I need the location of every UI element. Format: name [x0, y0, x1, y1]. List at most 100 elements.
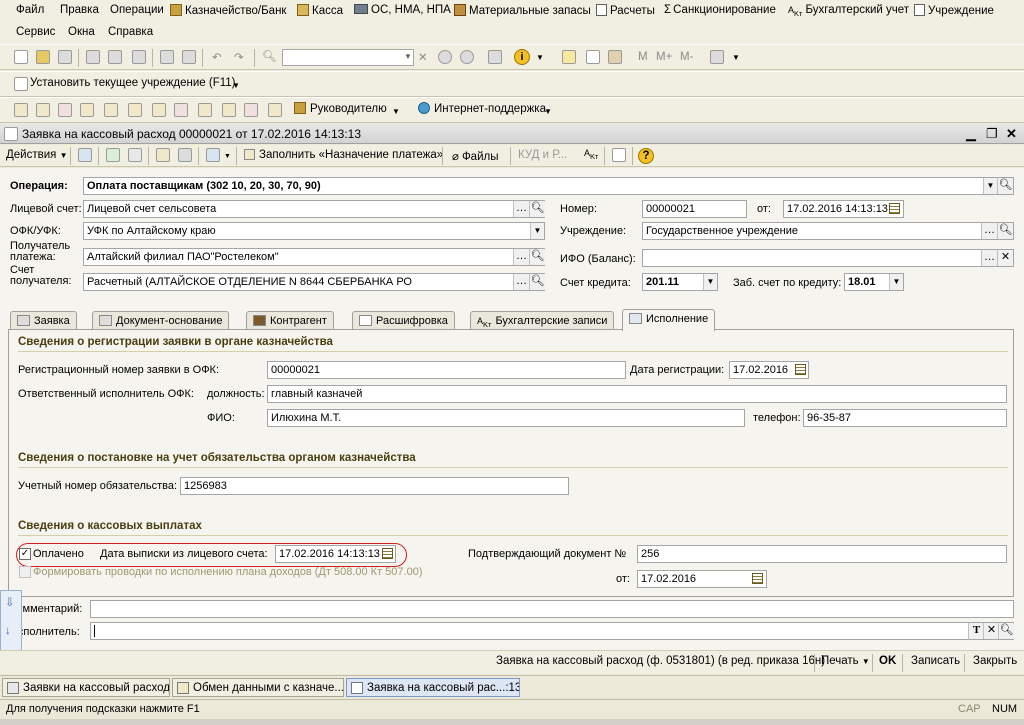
memory-minus-button[interactable]: M- — [680, 51, 693, 63]
close-button[interactable]: Закрыть — [973, 655, 1017, 667]
copy-document-icon[interactable] — [128, 148, 142, 162]
menu-sanction[interactable]: Σ Санкционирование — [664, 4, 776, 16]
operation-field[interactable]: Оплата поставщикам (302 10, 20, 30, 70, … — [83, 177, 1014, 195]
ifo-select-icon[interactable]: … — [981, 250, 997, 266]
calendar-icon[interactable] — [586, 50, 600, 64]
paid-checkbox[interactable]: ✓ — [19, 548, 31, 560]
save-button[interactable]: Записать — [911, 655, 960, 667]
memory-plus-button[interactable]: M+ — [656, 51, 672, 63]
tab-breakdown[interactable]: Расшифровка — [352, 311, 455, 330]
account-search-icon[interactable]: 🔍︎ — [529, 201, 545, 217]
operation-search-icon[interactable]: 🔍︎ — [997, 178, 1013, 194]
payee-field[interactable]: Алтайский филиал ПАО"Ростелеком" — [83, 248, 545, 266]
account-select-icon[interactable]: … — [513, 201, 529, 217]
doc-tool-icon[interactable] — [14, 103, 28, 117]
menu-edit[interactable]: Правка — [60, 4, 99, 16]
menu-cash[interactable]: Касса — [297, 4, 343, 17]
credit-account-dropdown-icon[interactable]: ▼ — [703, 274, 717, 290]
menu-service[interactable]: Сервис — [16, 26, 55, 38]
undo-icon[interactable]: ↶ — [212, 50, 222, 64]
account-field[interactable]: Лицевой счет сельсовета — [83, 200, 545, 218]
search-dropdown-icon[interactable]: ▼ — [404, 52, 412, 61]
windows-icon[interactable] — [488, 50, 502, 64]
help-icon[interactable]: ? — [638, 148, 654, 164]
taskbar-item-active[interactable]: Заявка на кассовый рас...:13 — [346, 678, 520, 697]
comment-field[interactable] — [90, 600, 1014, 618]
internet-support-button[interactable]: Интернет-поддержка — [418, 102, 546, 115]
settings-dropdown-icon[interactable]: ▼ — [732, 53, 740, 62]
manager-dropdown-icon[interactable]: ▼ — [392, 107, 400, 116]
find-prev-icon[interactable] — [460, 50, 474, 64]
calendar-icon[interactable] — [382, 548, 393, 559]
phone-field[interactable]: 96-35-87 — [803, 409, 1007, 427]
calendar-icon[interactable] — [889, 203, 900, 214]
post-icon[interactable] — [156, 148, 170, 162]
go-to-icon[interactable] — [206, 148, 220, 162]
operation-dropdown-icon[interactable]: ▼ — [983, 178, 997, 194]
ok-button[interactable]: OK — [879, 655, 896, 667]
menu-accounting[interactable]: AKт Бухгалтерский учет — [788, 4, 909, 18]
payee-select-icon[interactable]: … — [513, 249, 529, 265]
menu-institution[interactable]: Учреждение — [914, 4, 994, 17]
copy-icon[interactable] — [108, 50, 122, 64]
institution-field[interactable]: Государственное учреждение — [642, 222, 1014, 240]
minimize-icon[interactable]: ▁ — [966, 126, 976, 142]
search-input[interactable] — [282, 49, 414, 66]
payee-search-icon[interactable]: 🔍︎ — [529, 249, 545, 265]
doc-tool-icon[interactable] — [104, 103, 118, 117]
institution-select-icon[interactable]: … — [981, 223, 997, 239]
menu-help[interactable]: Справка — [108, 26, 153, 38]
save-icon[interactable] — [58, 50, 72, 64]
clear-search-icon[interactable]: ✕ — [418, 50, 428, 64]
tab-basis-document[interactable]: Документ-основание — [92, 311, 230, 330]
info-dropdown-icon[interactable]: ▼ — [536, 53, 544, 62]
obligation-field[interactable]: 1256983 — [180, 477, 569, 495]
collapse-icon[interactable]: ⇩ — [5, 595, 15, 609]
ofk-field[interactable]: УФК по Алтайскому краю — [83, 222, 545, 240]
kud-button[interactable]: КУД и Р... — [518, 149, 567, 161]
manager-button[interactable]: Руководителю — [294, 102, 387, 115]
refresh-icon[interactable] — [106, 148, 120, 162]
menu-windows[interactable]: Окна — [68, 26, 95, 38]
confirm-doc-field[interactable]: 256 — [637, 545, 1007, 563]
confirm-date-field[interactable]: 17.02.2016 — [637, 570, 767, 588]
text-edit-icon[interactable]: T — [968, 623, 984, 639]
fill-purpose-button[interactable]: Заполнить «Назначение платежа» — [244, 149, 443, 161]
new-icon[interactable] — [14, 50, 28, 64]
settings-icon[interactable] — [710, 50, 724, 64]
set-institution-dropdown-icon[interactable]: ▼ — [232, 81, 240, 90]
internet-support-dropdown-icon[interactable]: ▼ — [544, 107, 552, 116]
redo-icon[interactable]: ↷ — [234, 50, 244, 64]
ifo-field[interactable] — [642, 249, 1014, 267]
doc-tool-icon[interactable] — [36, 103, 50, 117]
credit-zab-dropdown-icon[interactable]: ▼ — [889, 274, 903, 290]
menu-materials[interactable]: Материальные запасы — [454, 4, 591, 17]
doc-tool-icon[interactable] — [174, 103, 188, 117]
doc-tool-icon[interactable] — [128, 103, 142, 117]
side-panel-handle[interactable]: ⇩ ↓ — [0, 590, 22, 654]
document-date-field[interactable]: 17.02.2016 14:13:13 — [783, 200, 904, 218]
print-icon[interactable] — [160, 50, 174, 64]
doc-tool-icon[interactable] — [80, 103, 94, 117]
menu-fixed-assets[interactable]: ОС, НМА, НПА — [354, 4, 451, 16]
doc-tool-icon[interactable] — [58, 103, 72, 117]
info-icon[interactable]: i — [514, 49, 530, 65]
close-icon[interactable]: ✕ — [1006, 126, 1017, 142]
extract-date-field[interactable]: 17.02.2016 14:13:13 — [275, 545, 396, 563]
institution-search-icon[interactable]: 🔍︎ — [997, 223, 1013, 239]
doc-tool-icon[interactable] — [268, 103, 282, 117]
unpost-icon[interactable] — [178, 148, 192, 162]
cut-icon[interactable] — [86, 50, 100, 64]
paste-icon[interactable] — [132, 50, 146, 64]
calculator-icon[interactable] — [562, 50, 576, 64]
menu-settlements[interactable]: Расчеты — [596, 4, 655, 17]
taskbar-item[interactable]: Обмен данными с казначе... — [172, 678, 344, 697]
files-button[interactable]: ⌀ Файлы — [452, 149, 498, 163]
tab-counterparty[interactable]: Контрагент — [246, 311, 334, 330]
ifo-clear-icon[interactable]: ✕ — [997, 250, 1013, 266]
taskbar-item[interactable]: Заявки на кассовый расход — [2, 678, 170, 697]
print-form-link[interactable]: Заявка на кассовый расход (ф. 0531801) (… — [496, 655, 825, 667]
payee-account-field[interactable]: Расчетный (АЛТАЙСКОЕ ОТДЕЛЕНИЕ N 8644 СБ… — [83, 273, 545, 291]
position-field[interactable]: главный казначей — [267, 385, 1007, 403]
calendar-icon[interactable] — [795, 364, 806, 375]
